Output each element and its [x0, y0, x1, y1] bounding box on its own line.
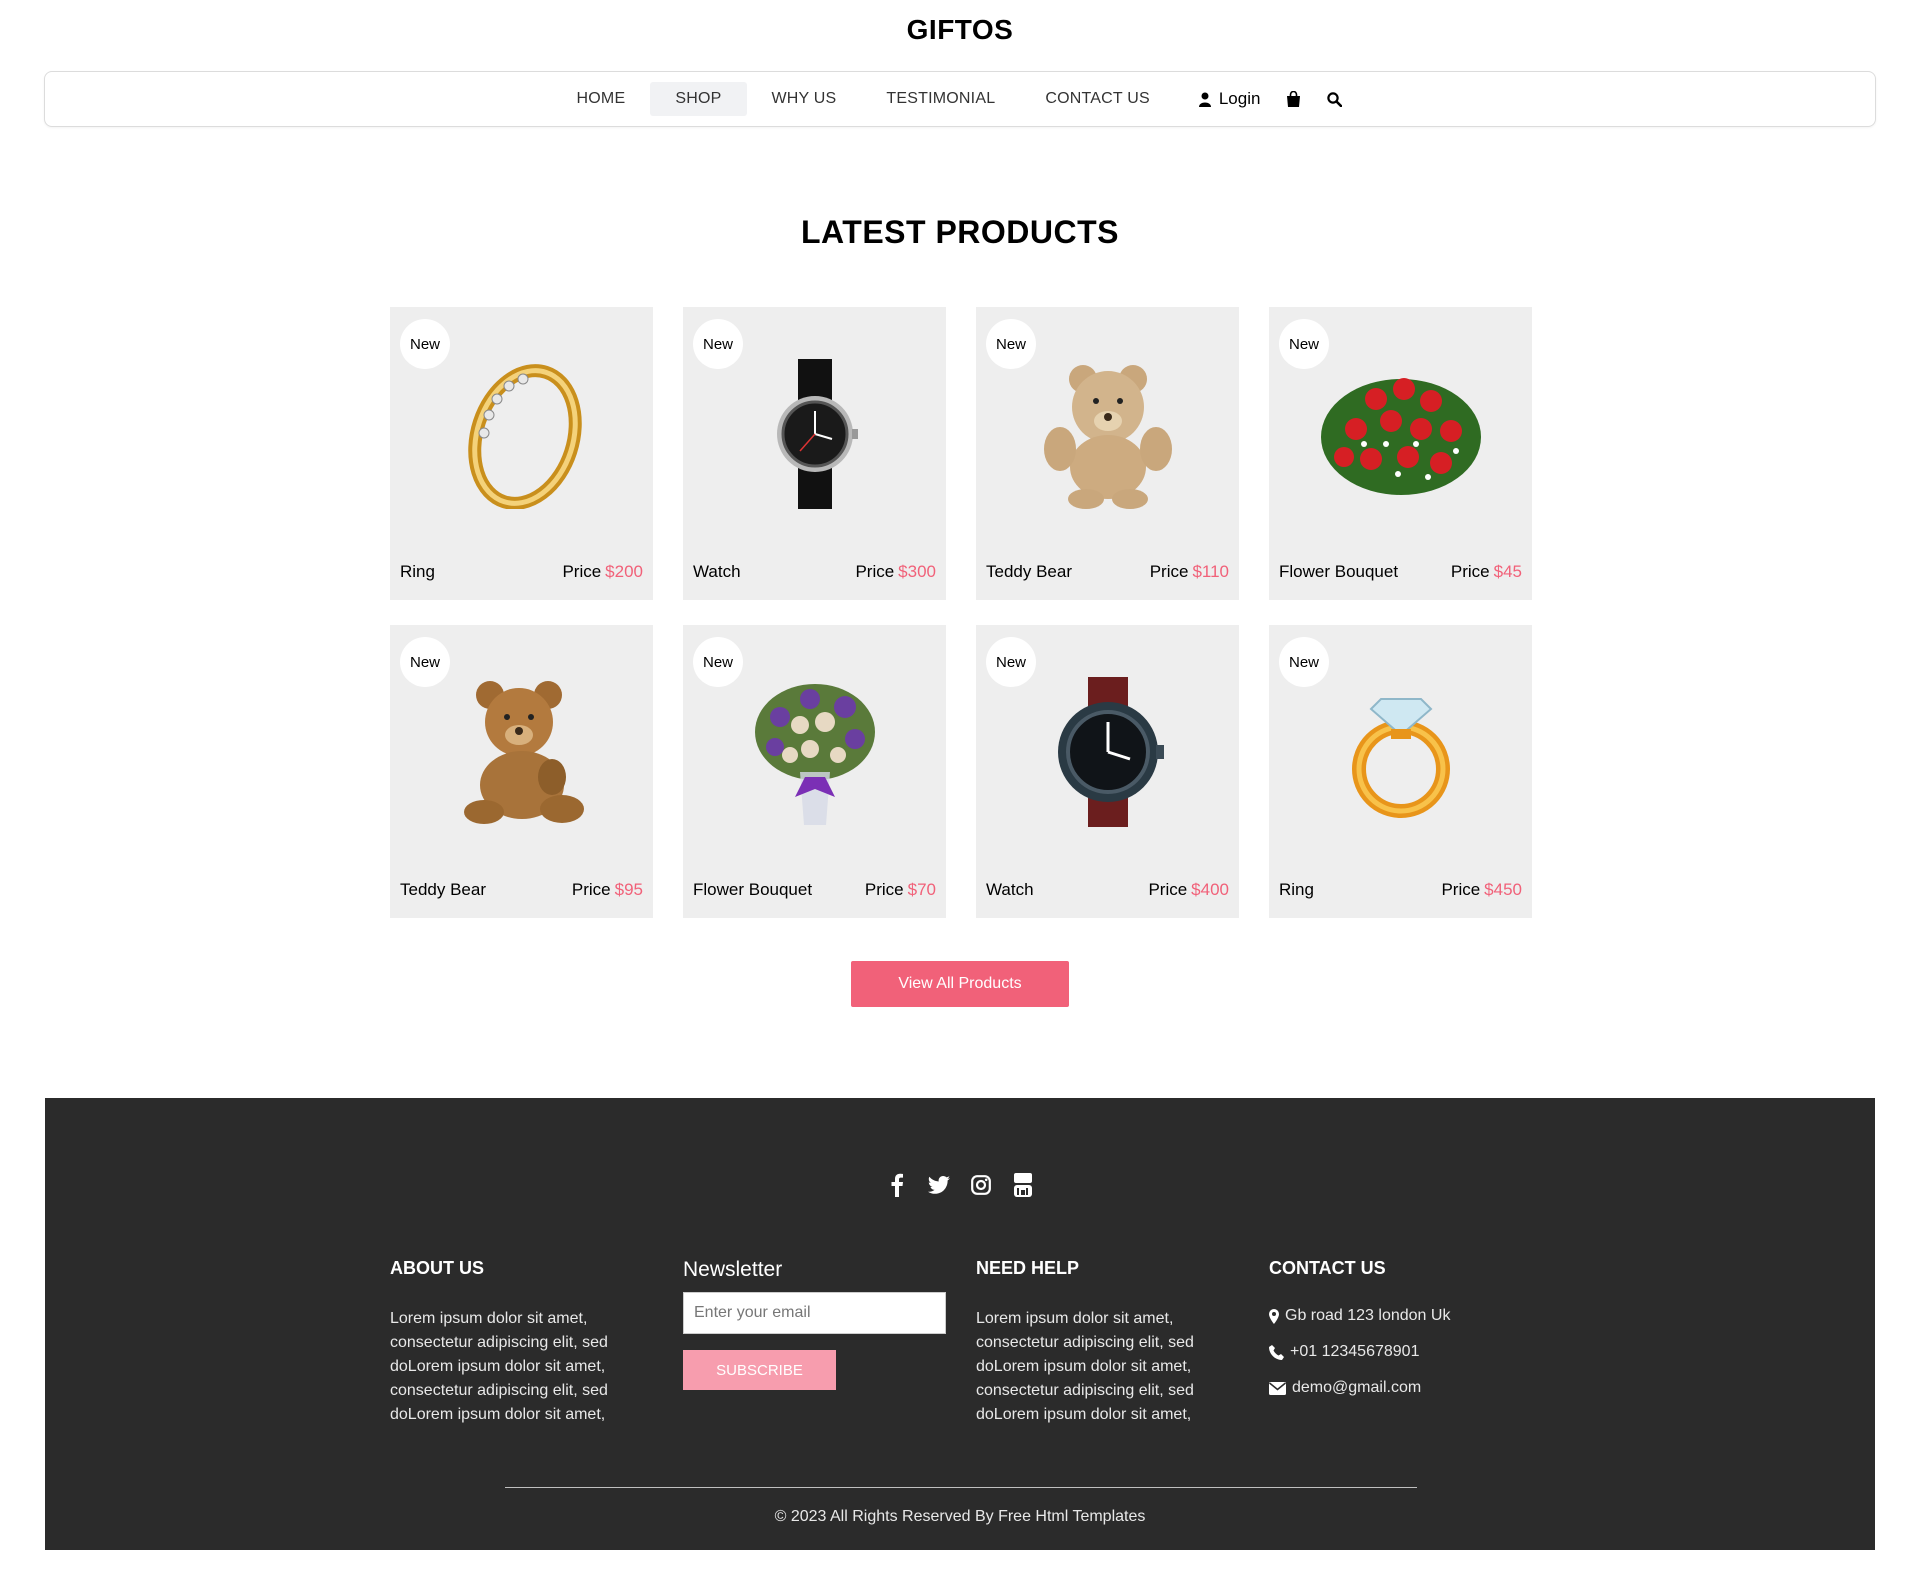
product-name: Watch [986, 880, 1034, 899]
product-name: Flower Bouquet [1279, 562, 1399, 581]
price-amount: $200 [605, 562, 643, 581]
email-input[interactable] [683, 1292, 946, 1334]
email-text: demo@gmail.com [1292, 1379, 1422, 1396]
footer-divider [505, 1487, 1417, 1488]
price-amount: $45 [1493, 562, 1522, 581]
diamond-ring-image [1311, 677, 1491, 827]
product-price: Price $300 [855, 562, 936, 581]
gold-ring-image [432, 359, 612, 509]
social-links [45, 1172, 1875, 1198]
nav-item-contact-us[interactable]: CONTACT US [1020, 82, 1175, 116]
card-footer: Ring Price $450 [1279, 880, 1522, 900]
map-marker-icon [1269, 1308, 1279, 1324]
product-price: Price $200 [562, 562, 643, 581]
contact-address[interactable]: Gb road 123 london Uk [1269, 1307, 1534, 1325]
leather-watch-image [1018, 677, 1198, 827]
envelope-icon [1269, 1381, 1286, 1395]
product-card[interactable]: New Flower Bouquet Price $45 [1269, 307, 1532, 600]
product-price: Price $70 [864, 880, 936, 899]
phone-text: +01 12345678901 [1290, 1343, 1420, 1360]
subscribe-button[interactable]: SUBSCRIBE [683, 1350, 836, 1390]
nav-item-testimonial[interactable]: TESTIMONIAL [861, 82, 1020, 116]
product-name: Teddy Bear [400, 880, 486, 899]
footer: ABOUT US Lorem ipsum dolor sit amet, con… [45, 1098, 1875, 1550]
product-grid: New Ring Price $200 New Watch Price $300… [390, 307, 1532, 918]
card-footer: Watch Price $300 [693, 562, 936, 582]
nav-item-home[interactable]: HOME [552, 82, 651, 116]
card-footer: Ring Price $200 [400, 562, 643, 582]
price-amount: $450 [1484, 880, 1522, 899]
contact-phone[interactable]: +01 12345678901 [1269, 1343, 1534, 1361]
product-price: Price $45 [1450, 562, 1522, 581]
product-card[interactable]: New Watch Price $300 [683, 307, 946, 600]
card-footer: Flower Bouquet Price $70 [693, 880, 936, 900]
instagram-icon[interactable] [970, 1172, 992, 1198]
facebook-icon[interactable] [886, 1172, 908, 1198]
nav-item-why-us[interactable]: WHY US [747, 82, 862, 116]
product-price: Price $400 [1148, 880, 1229, 899]
card-footer: Teddy Bear Price $110 [986, 562, 1229, 582]
brown-teddy-image [432, 677, 612, 827]
main-navbar: HOME SHOP WHY US TESTIMONIAL CONTACT US … [44, 71, 1876, 127]
product-card[interactable]: New Teddy Bear Price $110 [976, 307, 1239, 600]
price-amount: $400 [1191, 880, 1229, 899]
view-all-products-button[interactable]: View All Products [851, 961, 1069, 1007]
price-amount: $300 [898, 562, 936, 581]
product-name: Teddy Bear [986, 562, 1072, 581]
about-us-text: Lorem ipsum dolor sit amet, consectetur … [390, 1310, 608, 1423]
newsletter-title: Newsletter [683, 1258, 783, 1281]
need-help-text: Lorem ipsum dolor sit amet, consectetur … [976, 1310, 1194, 1423]
product-price: Price $450 [1441, 880, 1522, 899]
twitter-icon[interactable] [928, 1172, 950, 1198]
nav-item-shop[interactable]: SHOP [650, 82, 747, 116]
card-footer: Flower Bouquet Price $45 [1279, 562, 1522, 582]
product-name: Ring [1279, 880, 1314, 899]
nav-user-area: Login [1198, 89, 1369, 109]
black-watch-image [725, 359, 905, 509]
newsletter-column: Newsletter SUBSCRIBE [683, 1258, 948, 1390]
price-amount: $70 [907, 880, 936, 899]
search-icon[interactable] [1327, 91, 1343, 107]
contact-us-column: CONTACT US Gb road 123 london Uk +01 123… [1269, 1258, 1534, 1415]
need-help-title: NEED HELP [976, 1258, 1080, 1278]
product-card[interactable]: New Ring Price $450 [1269, 625, 1532, 918]
product-name: Flower Bouquet [693, 880, 813, 899]
login-label: Login [1218, 89, 1261, 108]
teddy-bear-image [1018, 359, 1198, 509]
login-link[interactable]: Login [1198, 89, 1261, 109]
address-text: Gb road 123 london Uk [1285, 1307, 1451, 1324]
card-footer: Watch Price $400 [986, 880, 1229, 900]
red-roses-image [1311, 359, 1491, 509]
copyright-text: © 2023 All Rights Reserved By Free Html … [774, 1508, 1146, 1525]
need-help-column: NEED HELP Lorem ipsum dolor sit amet, co… [976, 1258, 1241, 1427]
purple-bouquet-image [725, 677, 905, 827]
product-card[interactable]: New Teddy Bear Price $95 [390, 625, 653, 918]
phone-icon [1269, 1344, 1284, 1360]
nav-menu: HOME SHOP WHY US TESTIMONIAL CONTACT US [552, 82, 1175, 116]
product-name: Ring [400, 562, 435, 581]
product-price: Price $110 [1149, 562, 1229, 581]
brand-logo[interactable]: GIFTOS [0, 14, 1920, 46]
about-us-title: ABOUT US [390, 1258, 484, 1278]
product-card[interactable]: New Ring Price $200 [390, 307, 653, 600]
youtube-icon[interactable] [1012, 1172, 1034, 1198]
shopping-bag-icon[interactable] [1286, 91, 1301, 107]
contact-email[interactable]: demo@gmail.com [1269, 1379, 1534, 1397]
product-name: Watch [693, 562, 741, 581]
product-price: Price $95 [571, 880, 643, 899]
product-card[interactable]: New Watch Price $400 [976, 625, 1239, 918]
section-title: LATEST PRODUCTS [800, 214, 1119, 250]
product-card[interactable]: New Flower Bouquet Price $70 [683, 625, 946, 918]
user-icon [1198, 92, 1211, 107]
price-amount: $110 [1192, 562, 1229, 581]
card-footer: Teddy Bear Price $95 [400, 880, 643, 900]
price-amount: $95 [614, 880, 643, 899]
about-us-column: ABOUT US Lorem ipsum dolor sit amet, con… [390, 1258, 655, 1427]
contact-us-title: CONTACT US [1269, 1258, 1386, 1278]
